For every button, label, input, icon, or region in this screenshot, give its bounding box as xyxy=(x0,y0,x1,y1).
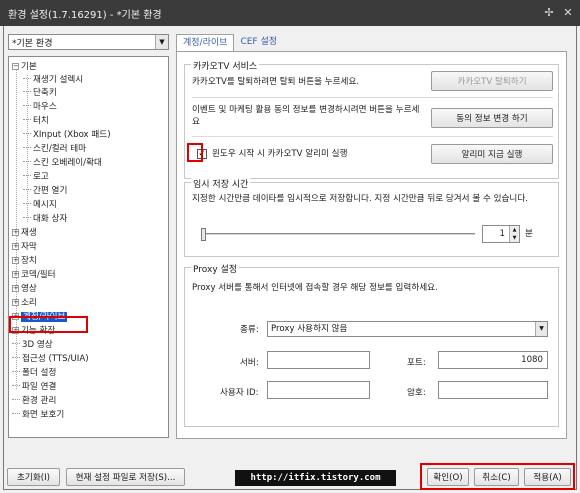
tree-node[interactable]: + 장치 xyxy=(12,255,37,268)
tree-item[interactable]: 단축키 xyxy=(23,87,57,100)
divider xyxy=(192,97,553,98)
port-label: 포트: xyxy=(407,358,426,368)
password-input[interactable] xyxy=(438,381,548,399)
expand-icon[interactable]: + xyxy=(12,285,19,292)
proxy-desc: Proxy 서버를 통해서 인터넷에 접속할 경우 해당 정보를 입력하세요. xyxy=(192,283,438,293)
expand-icon[interactable]: + xyxy=(12,299,19,306)
alarm-run-button[interactable]: 알리미 지금 실행 xyxy=(431,144,553,164)
title-bar: 환경 설정(1.7.16291) - *기본 환경 ✢ ✕ xyxy=(0,0,580,26)
password-label: 암호: xyxy=(407,388,426,398)
minutes-input[interactable]: 1 ▲ ▼ xyxy=(482,225,520,243)
pin-icon[interactable]: ✢ xyxy=(542,5,556,19)
tree-node[interactable]: + 영상 xyxy=(12,283,37,296)
expand-icon[interactable]: + xyxy=(12,257,19,264)
proxy-type-select[interactable]: Proxy 사용하지 않음 ▼ xyxy=(267,321,548,337)
proxy-type-label: 종류: xyxy=(240,325,259,335)
tree-item[interactable]: XInput (Xbox 패드) xyxy=(23,129,111,142)
tree-item[interactable]: 폴더 설정 xyxy=(12,367,56,380)
tree-item[interactable]: 재생기 설렉시 xyxy=(23,74,83,87)
temp-slider-track xyxy=(201,233,475,236)
highlight-box-tree xyxy=(9,316,88,333)
kakao-group: 카카오TV 서비스 카카오TV를 탈퇴하려면 탈퇴 버튼을 누르세요. 카카오T… xyxy=(184,59,559,179)
divider xyxy=(192,136,553,137)
collapse-icon[interactable]: − xyxy=(12,63,19,70)
tree-item[interactable]: 메시지 xyxy=(23,199,57,212)
tree-item[interactable]: 환경 관리 xyxy=(12,395,56,408)
temp-save-title: 임시 저장 시간 xyxy=(191,177,251,190)
reset-button[interactable]: 초기화(I) xyxy=(7,468,60,486)
save-settings-file-button[interactable]: 현재 설정 파일로 저장(S)... xyxy=(66,468,185,486)
minutes-unit: 분 xyxy=(525,229,533,239)
tree-item[interactable]: 화면 보호기 xyxy=(12,409,64,422)
tree-node[interactable]: + 소리 xyxy=(12,297,37,310)
highlight-box-checkbox xyxy=(187,143,203,162)
tab-cef-settings[interactable]: CEF 설정 xyxy=(234,34,283,52)
expand-icon[interactable]: + xyxy=(12,271,19,278)
user-id-input[interactable] xyxy=(267,381,370,399)
tree-node-basic[interactable]: − 기본 xyxy=(12,61,37,74)
proxy-group: Proxy 설정 Proxy 서버를 통해서 인터넷에 접속할 경우 해당 정보… xyxy=(184,262,559,427)
temp-slider-thumb[interactable] xyxy=(201,228,206,241)
tree-item[interactable]: 파일 연결 xyxy=(12,381,56,394)
kakao-group-title: 카카오TV 서비스 xyxy=(191,59,260,72)
port-input[interactable]: 1080 xyxy=(438,351,548,369)
server-input[interactable] xyxy=(267,351,370,369)
close-icon[interactable]: ✕ xyxy=(561,5,575,19)
tree-item[interactable]: 로고 xyxy=(23,171,49,184)
tree-item[interactable]: 간편 열기 xyxy=(23,185,67,198)
chevron-down-icon[interactable]: ▼ xyxy=(155,35,168,49)
preset-value: *기본 환경 xyxy=(12,38,53,49)
watermark-url: http://itfix.tistory.com xyxy=(235,470,396,486)
tree-item[interactable]: 스킨 오베레이/확대 xyxy=(23,157,102,170)
temp-save-desc: 지정한 시간만큼 데이타를 임시적으로 저장합니다. 지정 시간만큼 뒤로 당겨… xyxy=(192,194,528,204)
expand-icon[interactable]: + xyxy=(12,243,19,250)
user-id-label: 사용자 ID: xyxy=(220,388,259,398)
kakao-leave-button[interactable]: 카카오TV 탈퇴하기 xyxy=(431,71,553,91)
kakao-consent-text: 이벤트 및 마케팅 활용 동의 정보를 변경하시려면 버튼을 누르세요 xyxy=(192,105,420,127)
settings-panel: 카카오TV 서비스 카카오TV를 탈퇴하려면 탈퇴 버튼을 누르세요. 카카오T… xyxy=(176,51,567,439)
tree-item[interactable]: 터치 xyxy=(23,115,49,128)
tree-node[interactable]: + 재생 xyxy=(12,227,37,240)
server-label: 서버: xyxy=(240,358,259,368)
settings-tree: − 기본 재생기 설렉시 단축키 마우스 터치 XInput (Xbox 패드) … xyxy=(8,56,169,438)
chevron-down-icon[interactable]: ▼ xyxy=(535,322,547,336)
tree-node[interactable]: + 코덱/필터 xyxy=(12,269,56,282)
tree-node[interactable]: + 자막 xyxy=(12,241,37,254)
highlight-box-buttons xyxy=(420,463,575,490)
proxy-title: Proxy 설정 xyxy=(191,262,240,275)
spin-buttons[interactable]: ▲ ▼ xyxy=(509,226,519,242)
kakao-leave-text: 카카오TV를 탈퇴하려면 탈퇴 버튼을 누르세요. xyxy=(192,77,360,87)
tree-item[interactable]: 마우스 xyxy=(23,101,57,114)
consent-change-button[interactable]: 동의 정보 변경 하기 xyxy=(431,108,553,128)
tab-strip: 계정/라이브 CEF 설정 xyxy=(176,34,283,53)
expand-icon[interactable]: + xyxy=(12,229,19,236)
temp-save-group: 임시 저장 시간 지정한 시간만큼 데이타를 임시적으로 저장합니다. 지정 시… xyxy=(184,177,559,257)
alarm-checkbox-label: 윈도우 시작 시 카카오TV 알리미 실행 xyxy=(212,149,348,159)
tree-item[interactable]: 대화 상자 xyxy=(23,213,67,226)
tree-item[interactable]: 접근성 (TTS/UIA) xyxy=(12,353,89,366)
tree-item[interactable]: 3D 영상 xyxy=(12,339,53,352)
tree-item[interactable]: 스킨/컬러 테마 xyxy=(23,143,86,156)
preset-select[interactable]: *기본 환경 ▼ xyxy=(8,34,169,50)
window-title: 환경 설정(1.7.16291) - *기본 환경 xyxy=(8,9,162,21)
